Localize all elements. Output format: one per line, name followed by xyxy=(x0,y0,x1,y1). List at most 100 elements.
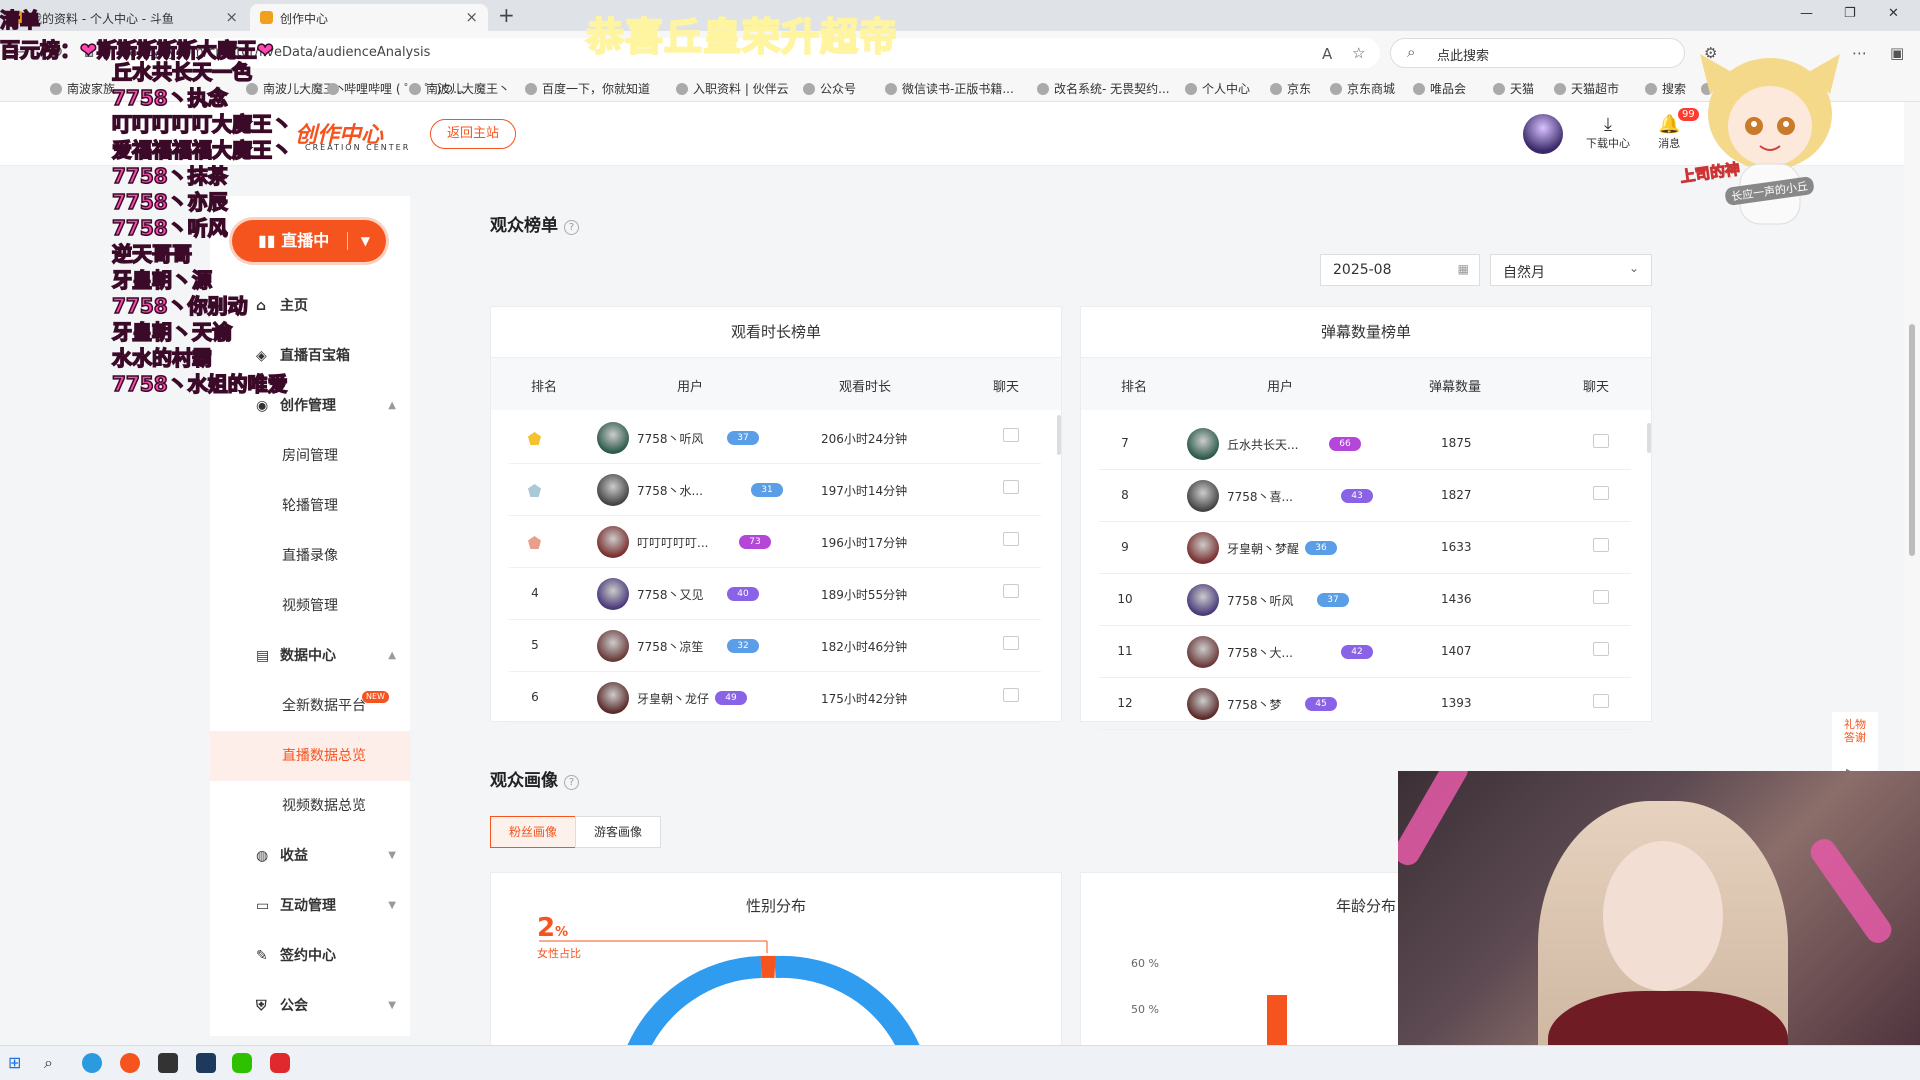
chat-bubble-icon[interactable] xyxy=(1593,486,1609,500)
chat-bubble-icon[interactable] xyxy=(1593,538,1609,552)
sidebar-item-4[interactable]: 轮播管理 xyxy=(210,481,410,531)
douyu-app-icon[interactable] xyxy=(120,1053,140,1073)
tab-fans-portrait[interactable]: 粉丝画像 xyxy=(490,816,576,848)
bookmark-item[interactable]: 改名系统- 无畏契约... xyxy=(1037,80,1170,97)
user-avatar[interactable] xyxy=(597,526,629,558)
sidebar-item-13[interactable]: ✎ 签约中心 xyxy=(210,931,410,981)
chevron-down-icon[interactable]: ▼ xyxy=(361,220,370,262)
male-arc xyxy=(627,956,762,1045)
close-tab-icon[interactable]: × xyxy=(225,8,238,26)
user-avatar[interactable] xyxy=(1187,532,1219,564)
sidebar-item-10[interactable]: 视频数据总览 xyxy=(210,781,410,831)
user-avatar[interactable] xyxy=(597,578,629,610)
bookmark-item[interactable]: 公众号 xyxy=(803,80,856,97)
period-select[interactable]: 自然月 ⌄ xyxy=(1490,254,1652,286)
sidebar-toggle-icon[interactable]: ▣ xyxy=(1890,44,1904,62)
bookmark-item[interactable]: 天猫 xyxy=(1493,80,1534,97)
close-window-icon[interactable]: ✕ xyxy=(1888,6,1899,21)
bookmark-item[interactable]: 个人中心 xyxy=(1185,80,1250,97)
row-divider xyxy=(509,723,1041,724)
bookmark-item[interactable]: 微信读书-正版书籍... xyxy=(885,80,1014,97)
month-picker[interactable]: 2025-08 ▦ xyxy=(1320,254,1480,286)
new-tab-icon[interactable]: + xyxy=(498,3,515,27)
gift-thanks-button[interactable]: 礼物答谢 xyxy=(1844,718,1868,744)
bookmark-item[interactable]: 京东商城 xyxy=(1330,80,1395,97)
bookmark-item[interactable]: 南波儿大魔王丶 xyxy=(409,80,510,97)
wechat-icon[interactable] xyxy=(232,1053,252,1073)
user-name[interactable]: 叮叮叮叮叮... xyxy=(637,534,708,551)
user-name[interactable]: 7758丶又见 xyxy=(637,586,704,603)
terminal-icon[interactable] xyxy=(196,1053,216,1073)
chat-bubble-icon[interactable] xyxy=(1003,584,1019,598)
sidebar-item-6[interactable]: 视频管理 xyxy=(210,581,410,631)
restore-icon[interactable]: ❐ xyxy=(1844,6,1856,21)
chat-bubble-icon[interactable] xyxy=(1593,642,1609,656)
sidebar-item-5[interactable]: 直播录像 xyxy=(210,531,410,581)
fan-level-badge: 40 xyxy=(727,587,759,601)
user-name[interactable]: 牙皇朝丶梦醒 xyxy=(1227,540,1299,557)
help-icon[interactable]: ? xyxy=(564,775,579,790)
search-box[interactable]: ⌕ 点此搜索 xyxy=(1390,38,1685,68)
user-name[interactable]: 7758丶凉笙 xyxy=(637,638,704,655)
user-name[interactable]: 7758丶听风 xyxy=(1227,592,1294,609)
netease-music-icon[interactable] xyxy=(270,1053,290,1073)
user-avatar[interactable] xyxy=(597,422,629,454)
chat-bubble-icon[interactable] xyxy=(1003,688,1019,702)
bookmark-item[interactable]: 百度一下，你就知道 xyxy=(525,80,650,97)
obs-icon[interactable] xyxy=(158,1053,178,1073)
chat-bubble-icon[interactable] xyxy=(1593,694,1609,708)
edge-browser-icon[interactable] xyxy=(82,1053,102,1073)
row-divider xyxy=(1099,729,1631,730)
user-name[interactable]: 7758丶大... xyxy=(1227,644,1293,661)
user-avatar[interactable] xyxy=(1187,688,1219,720)
sidebar-item-3[interactable]: 房间管理 xyxy=(210,431,410,481)
scroll-thumb[interactable] xyxy=(1909,324,1915,556)
read-aloud-icon[interactable]: A xyxy=(1322,45,1332,63)
user-name[interactable]: 牙皇朝丶龙仔 xyxy=(637,690,709,707)
user-avatar[interactable] xyxy=(1187,636,1219,668)
tab-visitor-portrait[interactable]: 游客画像 xyxy=(575,816,661,848)
sidebar-item-12[interactable]: ▭ 互动管理 ▼ xyxy=(210,881,410,931)
bookmark-item[interactable]: 京东 xyxy=(1270,80,1311,97)
close-tab-icon[interactable]: × xyxy=(465,8,478,26)
live-status-button[interactable]: ▮▮ 直播中 ▼ xyxy=(232,220,386,262)
user-name[interactable]: 丘水共长天... xyxy=(1227,436,1298,453)
minimize-icon[interactable]: — xyxy=(1800,6,1813,21)
user-name[interactable]: 7758丶水... xyxy=(637,482,703,499)
browser-tab-creator[interactable]: 创作中心 × xyxy=(250,4,488,31)
chat-bubble-icon[interactable] xyxy=(1003,480,1019,494)
sidebar-item-7[interactable]: ▤ 数据中心 ▲ xyxy=(210,631,410,681)
user-name[interactable]: 7758丶喜... xyxy=(1227,488,1293,505)
sidebar-item-8[interactable]: 全新数据平台 NEW xyxy=(210,681,410,731)
sidebar-item-9[interactable]: 直播数据总览 xyxy=(210,731,410,781)
user-avatar[interactable] xyxy=(1187,428,1219,460)
favorite-star-icon[interactable]: ☆ xyxy=(1352,44,1365,62)
chat-bubble-icon[interactable] xyxy=(1593,434,1609,448)
user-avatar[interactable] xyxy=(597,474,629,506)
bookmark-item[interactable]: 入职资料 | 伙伴云 xyxy=(676,80,789,97)
user-name[interactable]: 7758丶听风 xyxy=(637,430,704,447)
user-avatar[interactable] xyxy=(1187,480,1219,512)
column-header: 用户 xyxy=(1267,380,1294,395)
avatar[interactable] xyxy=(1523,114,1563,154)
back-to-site-button[interactable]: 返回主站 xyxy=(430,119,516,149)
user-avatar[interactable] xyxy=(1187,584,1219,616)
sidebar-item-14[interactable]: ⛨ 公会 ▼ xyxy=(210,981,410,1031)
value-cell: 1393 xyxy=(1441,696,1472,710)
sidebar-item-11[interactable]: ◍ 收益 ▼ xyxy=(210,831,410,881)
chat-bubble-icon[interactable] xyxy=(1593,590,1609,604)
windows-start-icon[interactable]: ⊞ xyxy=(8,1053,28,1073)
search-icon[interactable]: ⌕ xyxy=(44,1053,64,1073)
chat-bubble-icon[interactable] xyxy=(1003,532,1019,546)
bookmark-item[interactable]: 天猫超市 xyxy=(1554,80,1619,97)
chat-bubble-icon[interactable] xyxy=(1003,636,1019,650)
user-avatar[interactable] xyxy=(597,682,629,714)
help-icon[interactable]: ? xyxy=(564,220,579,235)
user-avatar[interactable] xyxy=(597,630,629,662)
bookmark-item[interactable]: 唯品会 xyxy=(1413,80,1466,97)
user-name[interactable]: 7758丶梦 xyxy=(1227,696,1282,713)
bookmark-item[interactable]: 南波家族 xyxy=(50,80,115,97)
chat-bubble-icon[interactable] xyxy=(1003,428,1019,442)
download-center-button[interactable]: ⤓ 下载中心 xyxy=(1586,114,1630,151)
bookmark-label: 南波家族 xyxy=(67,82,116,96)
